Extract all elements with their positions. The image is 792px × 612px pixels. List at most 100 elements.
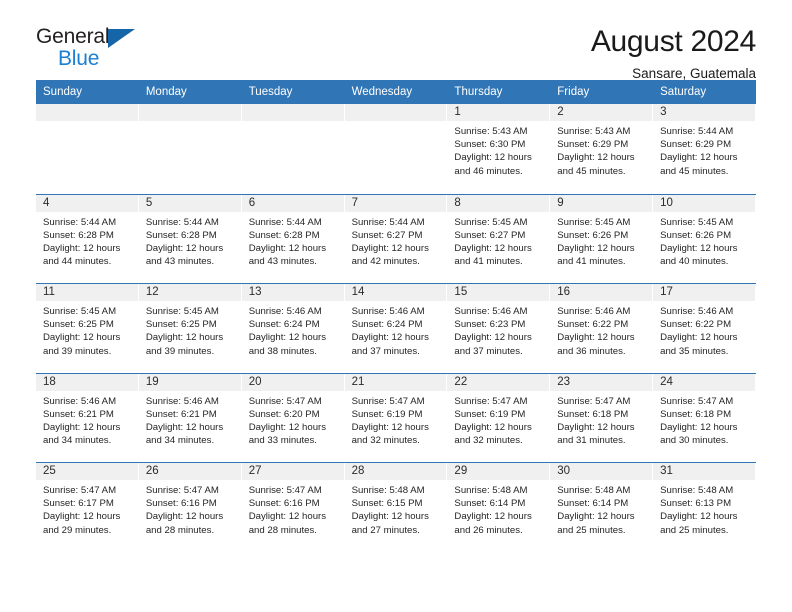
day-number: 28 [344, 463, 447, 480]
sunset-text: Sunset: 6:15 PM [351, 498, 423, 510]
sun-times: Sunrise: 5:48 AM Sunset: 6:14 PM Daylight:… [550, 480, 652, 537]
calendar-day-cell[interactable]: 5 Sunrise: 5:44 AM Sunset: 6:28 PM Daylight… [138, 194, 242, 283]
sunrise-text: Sunrise: 5:47 AM [248, 395, 322, 407]
calendar-day-cell[interactable]: 17 Sunrise: 5:46 AM Sunset: 6:22 PM Dayligh… [653, 284, 756, 373]
daylight-text-line2: and 28 minutes. [248, 524, 317, 536]
calendar-day-cell[interactable]: 18 Sunrise: 5:46 AM Sunset: 6:21 PM Dayligh… [36, 373, 139, 462]
calendar-day-cell[interactable]: 24 Sunrise: 5:47 AM Sunset: 6:18 PM Dayligh… [653, 373, 756, 462]
calendar-day-cell[interactable]: 3 Sunrise: 5:44 AM Sunset: 6:29 PM Daylight… [653, 104, 756, 194]
calendar-day-cell[interactable]: 12 Sunrise: 5:45 AM Sunset: 6:25 PM Dayligh… [138, 284, 242, 373]
daylight-text-line2: and 43 minutes. [248, 256, 317, 268]
daylight-text-line2: and 27 minutes. [351, 524, 420, 536]
sunset-text: Sunset: 6:28 PM [248, 229, 320, 241]
calendar-day-cell[interactable]: 31 Sunrise: 5:48 AM Sunset: 6:13 PM Dayligh… [653, 463, 756, 552]
day-number [138, 104, 241, 121]
weekday-header-monday: Monday [145, 86, 187, 98]
sunrise-text: Sunrise: 5:44 AM [248, 216, 322, 228]
calendar-day-cell[interactable]: 8 Sunrise: 5:45 AM Sunset: 6:27 PM Daylight… [447, 194, 551, 283]
calendar-day-cell[interactable]: 30 Sunrise: 5:48 AM Sunset: 6:14 PM Dayligh… [550, 463, 654, 552]
weekday-header-saturday: Saturday [660, 86, 707, 98]
sunrise-text: Sunrise: 5:46 AM [557, 306, 631, 317]
sun-times: Sunrise: 5:45 AM Sunset: 6:25 PM Daylight:… [36, 301, 138, 358]
daylight-text-line1: Daylight: 12 hours [248, 511, 327, 523]
sun-times: Sunrise: 5:44 AM Sunset: 6:29 PM Daylight:… [653, 121, 755, 178]
daylight-text-line2: and 42 minutes. [351, 256, 420, 268]
calendar-day-cell[interactable]: 9 Sunrise: 5:45 AM Sunset: 6:26 PM Daylight… [550, 194, 654, 283]
sunset-text: Sunset: 6:28 PM [145, 229, 217, 241]
calendar-day-cell[interactable]: 1 Sunrise: 5:43 AM Sunset: 6:30 PM Daylight… [447, 104, 551, 194]
day-number: 11 [36, 284, 138, 301]
calendar-day-cell[interactable]: 22 Sunrise: 5:47 AM Sunset: 6:19 PM Dayligh… [447, 373, 551, 462]
daylight-text-line1: Daylight: 12 hours [660, 152, 738, 164]
sun-times: Sunrise: 5:46 AM Sunset: 6:24 PM Daylight:… [242, 301, 344, 358]
calendar-day-cell[interactable]: 4 Sunrise: 5:44 AM Sunset: 6:28 PM Daylight… [36, 194, 139, 283]
calendar-day-cell[interactable]: 6 Sunrise: 5:44 AM Sunset: 6:28 PM Daylight… [241, 194, 345, 283]
calendar-day-cell[interactable]: 15 Sunrise: 5:46 AM Sunset: 6:23 PM Dayligh… [447, 284, 551, 373]
daylight-text-line1: Daylight: 12 hours [43, 511, 121, 523]
daylight-text-line1: Daylight: 12 hours [145, 242, 224, 254]
daylight-text-line1: Daylight: 12 hours [248, 421, 327, 433]
sun-times: Sunrise: 5:47 AM Sunset: 6:20 PM Daylight:… [242, 391, 344, 448]
calendar-day-cell[interactable]: 11 Sunrise: 5:45 AM Sunset: 6:25 PM Dayligh… [36, 284, 139, 373]
sunrise-text: Sunrise: 5:45 AM [660, 216, 734, 228]
calendar-day-cell[interactable]: 21 Sunrise: 5:47 AM Sunset: 6:19 PM Dayligh… [344, 373, 448, 462]
calendar-day-cell[interactable]: 26 Sunrise: 5:47 AM Sunset: 6:16 PM Dayligh… [138, 463, 242, 552]
calendar-day-cell[interactable]: 19 Sunrise: 5:46 AM Sunset: 6:21 PM Dayligh… [138, 373, 242, 462]
sunset-text: Sunset: 6:21 PM [43, 408, 114, 420]
day-number [344, 104, 447, 121]
sunrise-text: Sunrise: 5:44 AM [660, 126, 734, 137]
daylight-text-line2: and 30 minutes. [660, 435, 729, 447]
daylight-text-line2: and 35 minutes. [660, 345, 729, 357]
sunset-text: Sunset: 6:24 PM [351, 319, 423, 331]
calendar-cell-empty [241, 104, 345, 194]
calendar-day-cell[interactable]: 25 Sunrise: 5:47 AM Sunset: 6:17 PM Dayligh… [36, 463, 139, 552]
title-block: August 2024 Sansare, Guatemala [591, 26, 756, 81]
calendar-day-cell[interactable]: 10 Sunrise: 5:45 AM Sunset: 6:26 PM Dayligh… [653, 194, 756, 283]
sunrise-text: Sunrise: 5:48 AM [557, 485, 631, 496]
day-number: 10 [653, 194, 755, 212]
sunrise-text: Sunrise: 5:47 AM [43, 485, 117, 496]
triangle-icon [108, 29, 135, 48]
calendar-day-cell[interactable]: 20 Sunrise: 5:47 AM Sunset: 6:20 PM Dayligh… [241, 373, 345, 462]
calendar-day-cell[interactable]: 2 Sunrise: 5:43 AM Sunset: 6:29 PM Daylight… [550, 104, 654, 194]
calendar-day-cell[interactable]: 16 Sunrise: 5:46 AM Sunset: 6:22 PM Dayligh… [550, 284, 654, 373]
calendar-day-cell[interactable]: 13 Sunrise: 5:46 AM Sunset: 6:24 PM Dayligh… [241, 284, 345, 373]
sun-times: Sunrise: 5:46 AM Sunset: 6:22 PM Daylight:… [550, 301, 652, 358]
daylight-text-line2: and 26 minutes. [454, 524, 523, 536]
day-number: 9 [550, 194, 653, 212]
sunset-text: Sunset: 6:22 PM [557, 319, 629, 331]
calendar-week-row: 11 Sunrise: 5:45 AM Sunset: 6:25 PM Dayligh… [36, 283, 756, 373]
calendar-day-cell[interactable]: 14 Sunrise: 5:46 AM Sunset: 6:24 PM Dayligh… [344, 284, 448, 373]
daylight-text-line2: and 36 minutes. [557, 345, 626, 357]
sun-times: Sunrise: 5:47 AM Sunset: 6:16 PM Daylight:… [139, 480, 241, 537]
daylight-text-line2: and 25 minutes. [660, 524, 729, 536]
daylight-text-line2: and 39 minutes. [145, 345, 215, 357]
calendar-day-cell[interactable]: 27 Sunrise: 5:47 AM Sunset: 6:16 PM Dayligh… [241, 463, 345, 552]
calendar-week-row: 18 Sunrise: 5:46 AM Sunset: 6:21 PM Dayligh… [36, 372, 756, 462]
sunset-text: Sunset: 6:27 PM [454, 229, 526, 241]
sunset-text: Sunset: 6:19 PM [454, 408, 526, 420]
general-blue-logo[interactable]: General Blue [36, 26, 146, 72]
calendar-cell-empty [36, 104, 139, 194]
day-number: 17 [653, 284, 755, 301]
sun-times: Sunrise: 5:46 AM Sunset: 6:24 PM Daylight:… [345, 301, 447, 358]
sun-times: Sunrise: 5:47 AM Sunset: 6:16 PM Daylight:… [242, 480, 344, 537]
day-number: 20 [241, 373, 344, 391]
sun-times: Sunrise: 5:48 AM Sunset: 6:14 PM Daylight:… [447, 480, 549, 537]
sun-times: Sunrise: 5:47 AM Sunset: 6:17 PM Daylight:… [36, 480, 138, 537]
calendar-day-cell[interactable]: 29 Sunrise: 5:48 AM Sunset: 6:14 PM Dayligh… [447, 463, 551, 552]
sun-times: Sunrise: 5:47 AM Sunset: 6:19 PM Daylight:… [345, 391, 447, 448]
sunset-text: Sunset: 6:13 PM [660, 498, 732, 510]
calendar-day-cell[interactable]: 7 Sunrise: 5:44 AM Sunset: 6:27 PM Daylight… [344, 194, 448, 283]
sun-times: Sunrise: 5:46 AM Sunset: 6:23 PM Daylight:… [447, 301, 549, 358]
sunset-text: Sunset: 6:18 PM [557, 408, 629, 420]
calendar-day-cell[interactable]: 23 Sunrise: 5:47 AM Sunset: 6:18 PM Dayligh… [550, 373, 654, 462]
sunset-text: Sunset: 6:14 PM [454, 498, 526, 510]
calendar-day-cell[interactable]: 28 Sunrise: 5:48 AM Sunset: 6:15 PM Dayligh… [344, 463, 448, 552]
sunset-text: Sunset: 6:16 PM [145, 498, 217, 510]
daylight-text-line1: Daylight: 12 hours [43, 242, 121, 254]
sun-times: Sunrise: 5:45 AM Sunset: 6:27 PM Daylight:… [447, 212, 549, 269]
sun-times: Sunrise: 5:47 AM Sunset: 6:18 PM Daylight:… [550, 391, 652, 448]
daylight-text-line1: Daylight: 12 hours [351, 332, 429, 344]
sunset-text: Sunset: 6:25 PM [43, 319, 114, 331]
